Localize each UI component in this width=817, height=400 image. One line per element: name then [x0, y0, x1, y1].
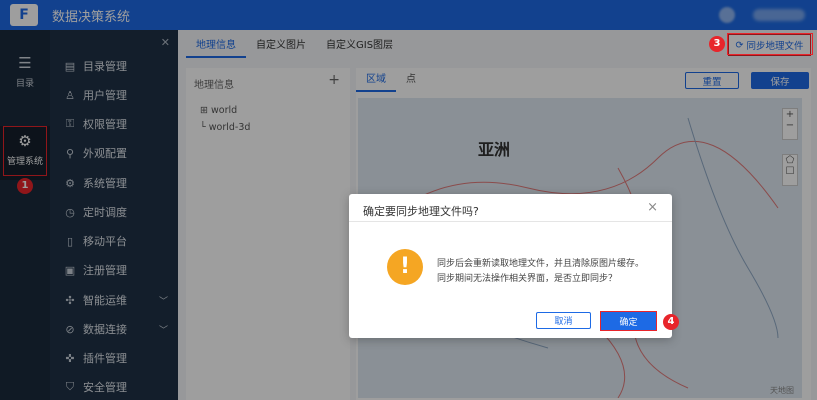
dialog-title: 确定要同步地理文件吗?	[363, 205, 479, 218]
confirm-button[interactable]: 确定	[600, 311, 657, 331]
warning-icon: !	[387, 249, 423, 285]
close-icon[interactable]: ×	[647, 200, 658, 215]
step-badge-3: 3	[709, 36, 725, 52]
highlight-box-3	[727, 33, 813, 55]
confirm-sync-dialog: 确定要同步地理文件吗? × ! 同步后会重新读取地理文件，并且清除原图片缓存。 …	[349, 194, 672, 338]
dialog-divider	[349, 221, 672, 222]
step-badge-4: 4	[663, 314, 679, 330]
dialog-message-line2: 同步期间无法操作相关界面，是否立即同步？	[437, 274, 618, 284]
dialog-message-line1: 同步后会重新读取地理文件，并且清除原图片缓存。	[437, 259, 645, 269]
cancel-button[interactable]: 取消	[536, 312, 591, 329]
